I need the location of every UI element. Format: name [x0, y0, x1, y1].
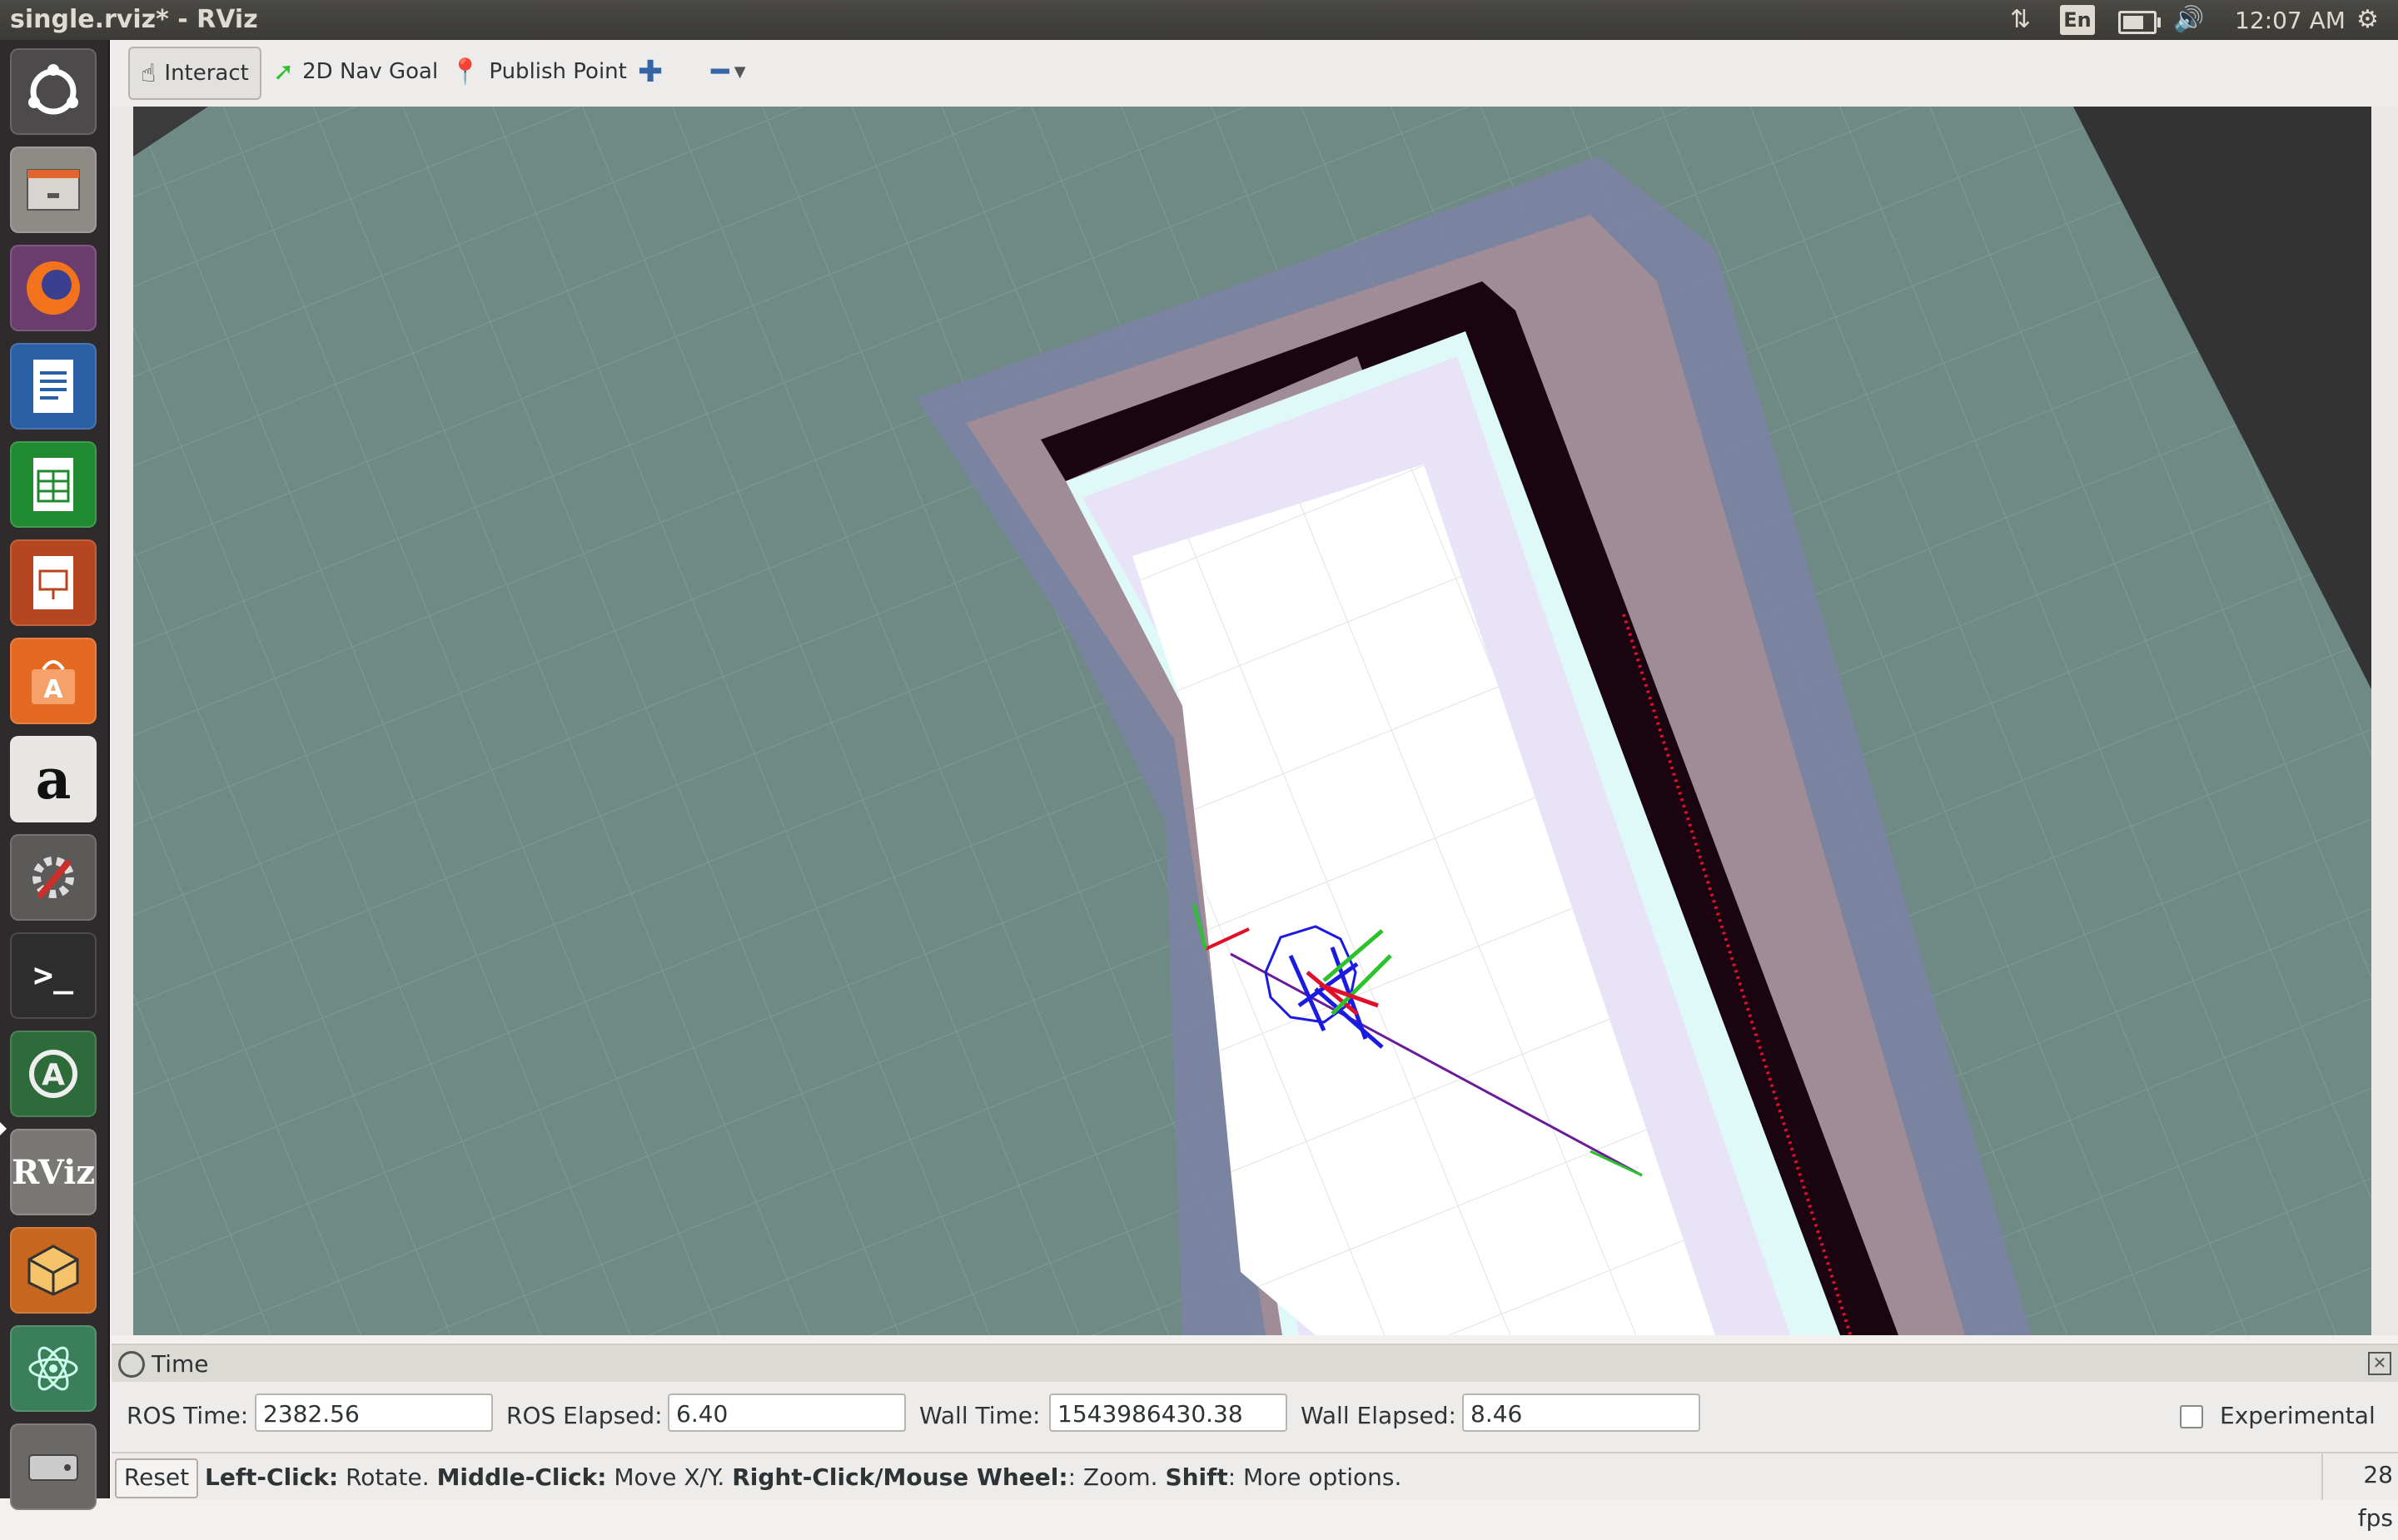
nav-goal-label: 2D Nav Goal	[302, 59, 439, 84]
close-panel-icon[interactable]: ✕	[2368, 1352, 2391, 1375]
nav-goal-tool-button[interactable]: ➚ 2D Nav Goal	[273, 47, 438, 97]
firefox-icon[interactable]	[10, 245, 97, 331]
hint-middle-click: Middle-Click:	[436, 1463, 607, 1491]
ubuntu-dash-icon[interactable]	[10, 48, 97, 135]
status-hint: Left-Click: Rotate. Middle-Click: Move X…	[205, 1463, 1401, 1491]
calc-icon[interactable]	[10, 441, 97, 528]
experimental-label: Experimental	[2220, 1402, 2376, 1429]
settings-gear-icon[interactable]: ⚙	[2356, 5, 2379, 34]
window-title: single.rviz* - RViz	[10, 5, 258, 34]
interact-label: Interact	[164, 61, 249, 86]
clock[interactable]: 12:07 AM	[2235, 7, 2346, 34]
impress-icon[interactable]	[10, 539, 97, 626]
tool-bar: ☝ Interact ➚ 2D Nav Goal 📍 Publish Point…	[112, 40, 2398, 108]
rviz-icon[interactable]: RViz	[10, 1129, 97, 1215]
wall-time-label: Wall Time:	[919, 1402, 1041, 1429]
drive-icon[interactable]	[10, 1423, 97, 1510]
wall-elapsed-label: Wall Elapsed:	[1301, 1402, 1456, 1429]
software-updater-icon[interactable]: A	[10, 1031, 97, 1117]
terminal-icon[interactable]: >_	[10, 932, 97, 1019]
minus-icon: ━	[711, 54, 729, 89]
virtualbox-icon[interactable]	[10, 1227, 97, 1314]
files-icon[interactable]	[10, 147, 97, 233]
network-icon[interactable]: ⇅	[2010, 5, 2031, 34]
wall-elapsed-field[interactable]: 8.46	[1462, 1393, 1700, 1432]
svg-text:A: A	[43, 675, 63, 704]
publish-point-label: Publish Point	[489, 59, 627, 84]
launcher: A a >_ A RViz	[0, 40, 110, 1510]
clock-icon	[118, 1351, 145, 1378]
wall-time-field[interactable]: 1543986430.38	[1049, 1393, 1287, 1432]
fps-counter: 28 fps	[2321, 1453, 2398, 1532]
hint-move: Move X/Y.	[606, 1463, 733, 1491]
system-settings-icon[interactable]	[10, 834, 97, 921]
volume-icon[interactable]: 🔊	[2173, 5, 2204, 34]
svg-text:A: A	[42, 1058, 65, 1092]
chevron-down-icon: ▼	[734, 62, 746, 81]
hint-more: : More options.	[1227, 1463, 1402, 1491]
remove-tool-button[interactable]: ━ ▼	[711, 47, 746, 97]
experimental-checkbox[interactable]	[2180, 1405, 2203, 1428]
hint-rotate: Rotate.	[338, 1463, 437, 1491]
ros-time-label: ROS Time:	[127, 1402, 249, 1429]
amazon-icon[interactable]: a	[10, 736, 97, 822]
hint-right-click: Right-Click/Mouse Wheel:	[732, 1463, 1068, 1491]
right-dock-collapse-strip[interactable]	[2371, 107, 2398, 1335]
time-panel-header: Time ✕	[112, 1345, 2398, 1382]
ros-time-field[interactable]: 2382.56	[255, 1393, 493, 1432]
hand-pointer-icon: ☝	[141, 58, 157, 88]
reset-button[interactable]: Reset	[115, 1458, 198, 1498]
keyboard-language-indicator[interactable]: En	[2060, 5, 2095, 35]
battery-level-fill	[2123, 16, 2143, 29]
left-dock-collapse-strip[interactable]	[112, 107, 133, 1335]
plus-icon: ✚	[638, 54, 664, 89]
status-bar: Reset Left-Click: Rotate. Middle-Click: …	[112, 1452, 2398, 1532]
add-tool-button[interactable]: ✚	[638, 47, 663, 97]
top-panel: single.rviz* - RViz ⇅ En 🔊 12:07 AM ⚙	[0, 0, 2398, 40]
software-center-icon[interactable]: A	[10, 638, 97, 724]
atom-icon[interactable]	[10, 1325, 97, 1412]
render-scene	[133, 107, 2371, 1335]
ros-elapsed-label: ROS Elapsed:	[506, 1402, 663, 1429]
time-panel-title: Time	[152, 1350, 209, 1378]
hint-shift: Shift	[1165, 1463, 1228, 1491]
render-view-3d[interactable]	[133, 107, 2371, 1335]
hint-zoom: : Zoom.	[1067, 1463, 1166, 1491]
time-panel: Time ✕ ROS Time: 2382.56 ROS Elapsed: 6.…	[112, 1344, 2398, 1453]
interact-tool-button[interactable]: ☝ Interact	[128, 47, 261, 100]
hint-left-click: Left-Click:	[205, 1463, 339, 1491]
publish-point-tool-button[interactable]: 📍 Publish Point	[450, 47, 627, 97]
ros-elapsed-field[interactable]: 6.40	[668, 1393, 906, 1432]
battery-icon[interactable]	[2118, 11, 2161, 34]
map-pin-icon: 📍	[450, 57, 481, 87]
green-arrow-icon: ➚	[273, 57, 295, 87]
writer-icon[interactable]	[10, 343, 97, 430]
